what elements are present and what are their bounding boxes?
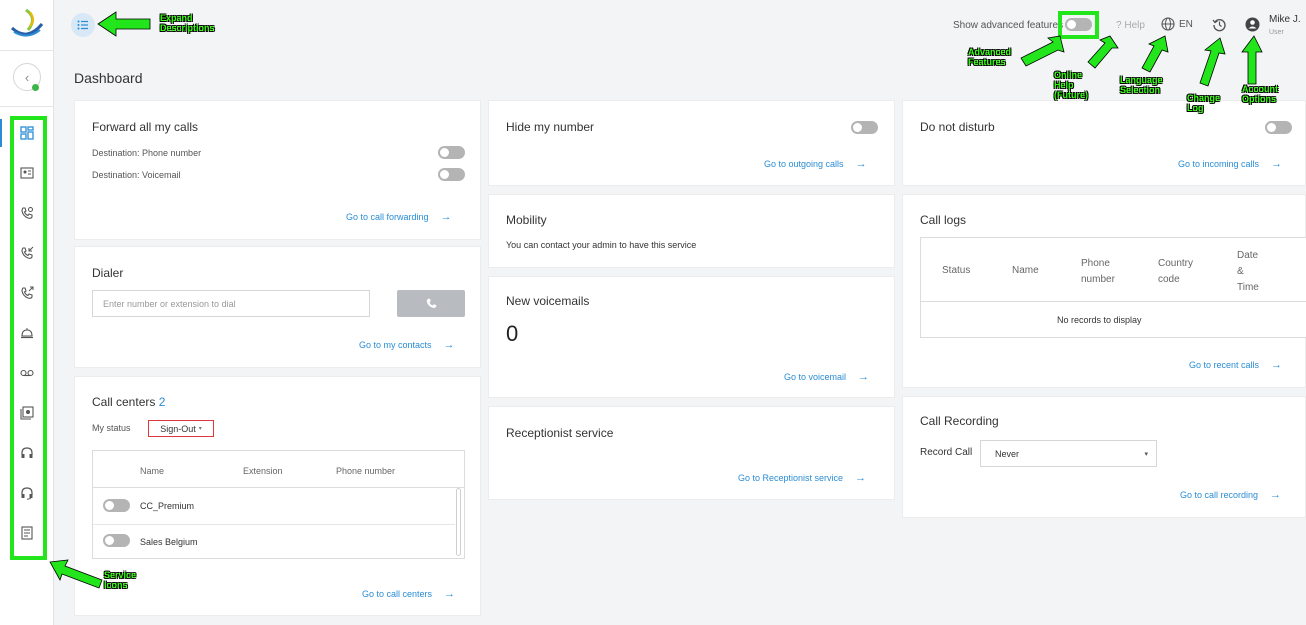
annotation-expand: Expand Descriptions xyxy=(160,13,215,33)
annotation-language: Language Selection xyxy=(1120,75,1163,95)
advanced-arrow xyxy=(1020,35,1065,67)
changelog-arrow xyxy=(1199,37,1226,87)
annotation-changelog: Change Log xyxy=(1187,93,1221,113)
expand-arrow xyxy=(97,11,151,37)
language-arrow xyxy=(1141,35,1169,73)
help-arrow xyxy=(1087,35,1119,69)
annotation-advanced: Advanced Features xyxy=(968,47,1012,67)
service-arrow xyxy=(49,559,103,589)
annotation-help: Online Help (Future) xyxy=(1054,70,1088,100)
account-arrow xyxy=(1241,35,1263,85)
annotation-service: Service Icons xyxy=(104,570,137,590)
annotation-account: Account Options xyxy=(1242,84,1278,104)
annotation-arrows xyxy=(49,11,1263,589)
